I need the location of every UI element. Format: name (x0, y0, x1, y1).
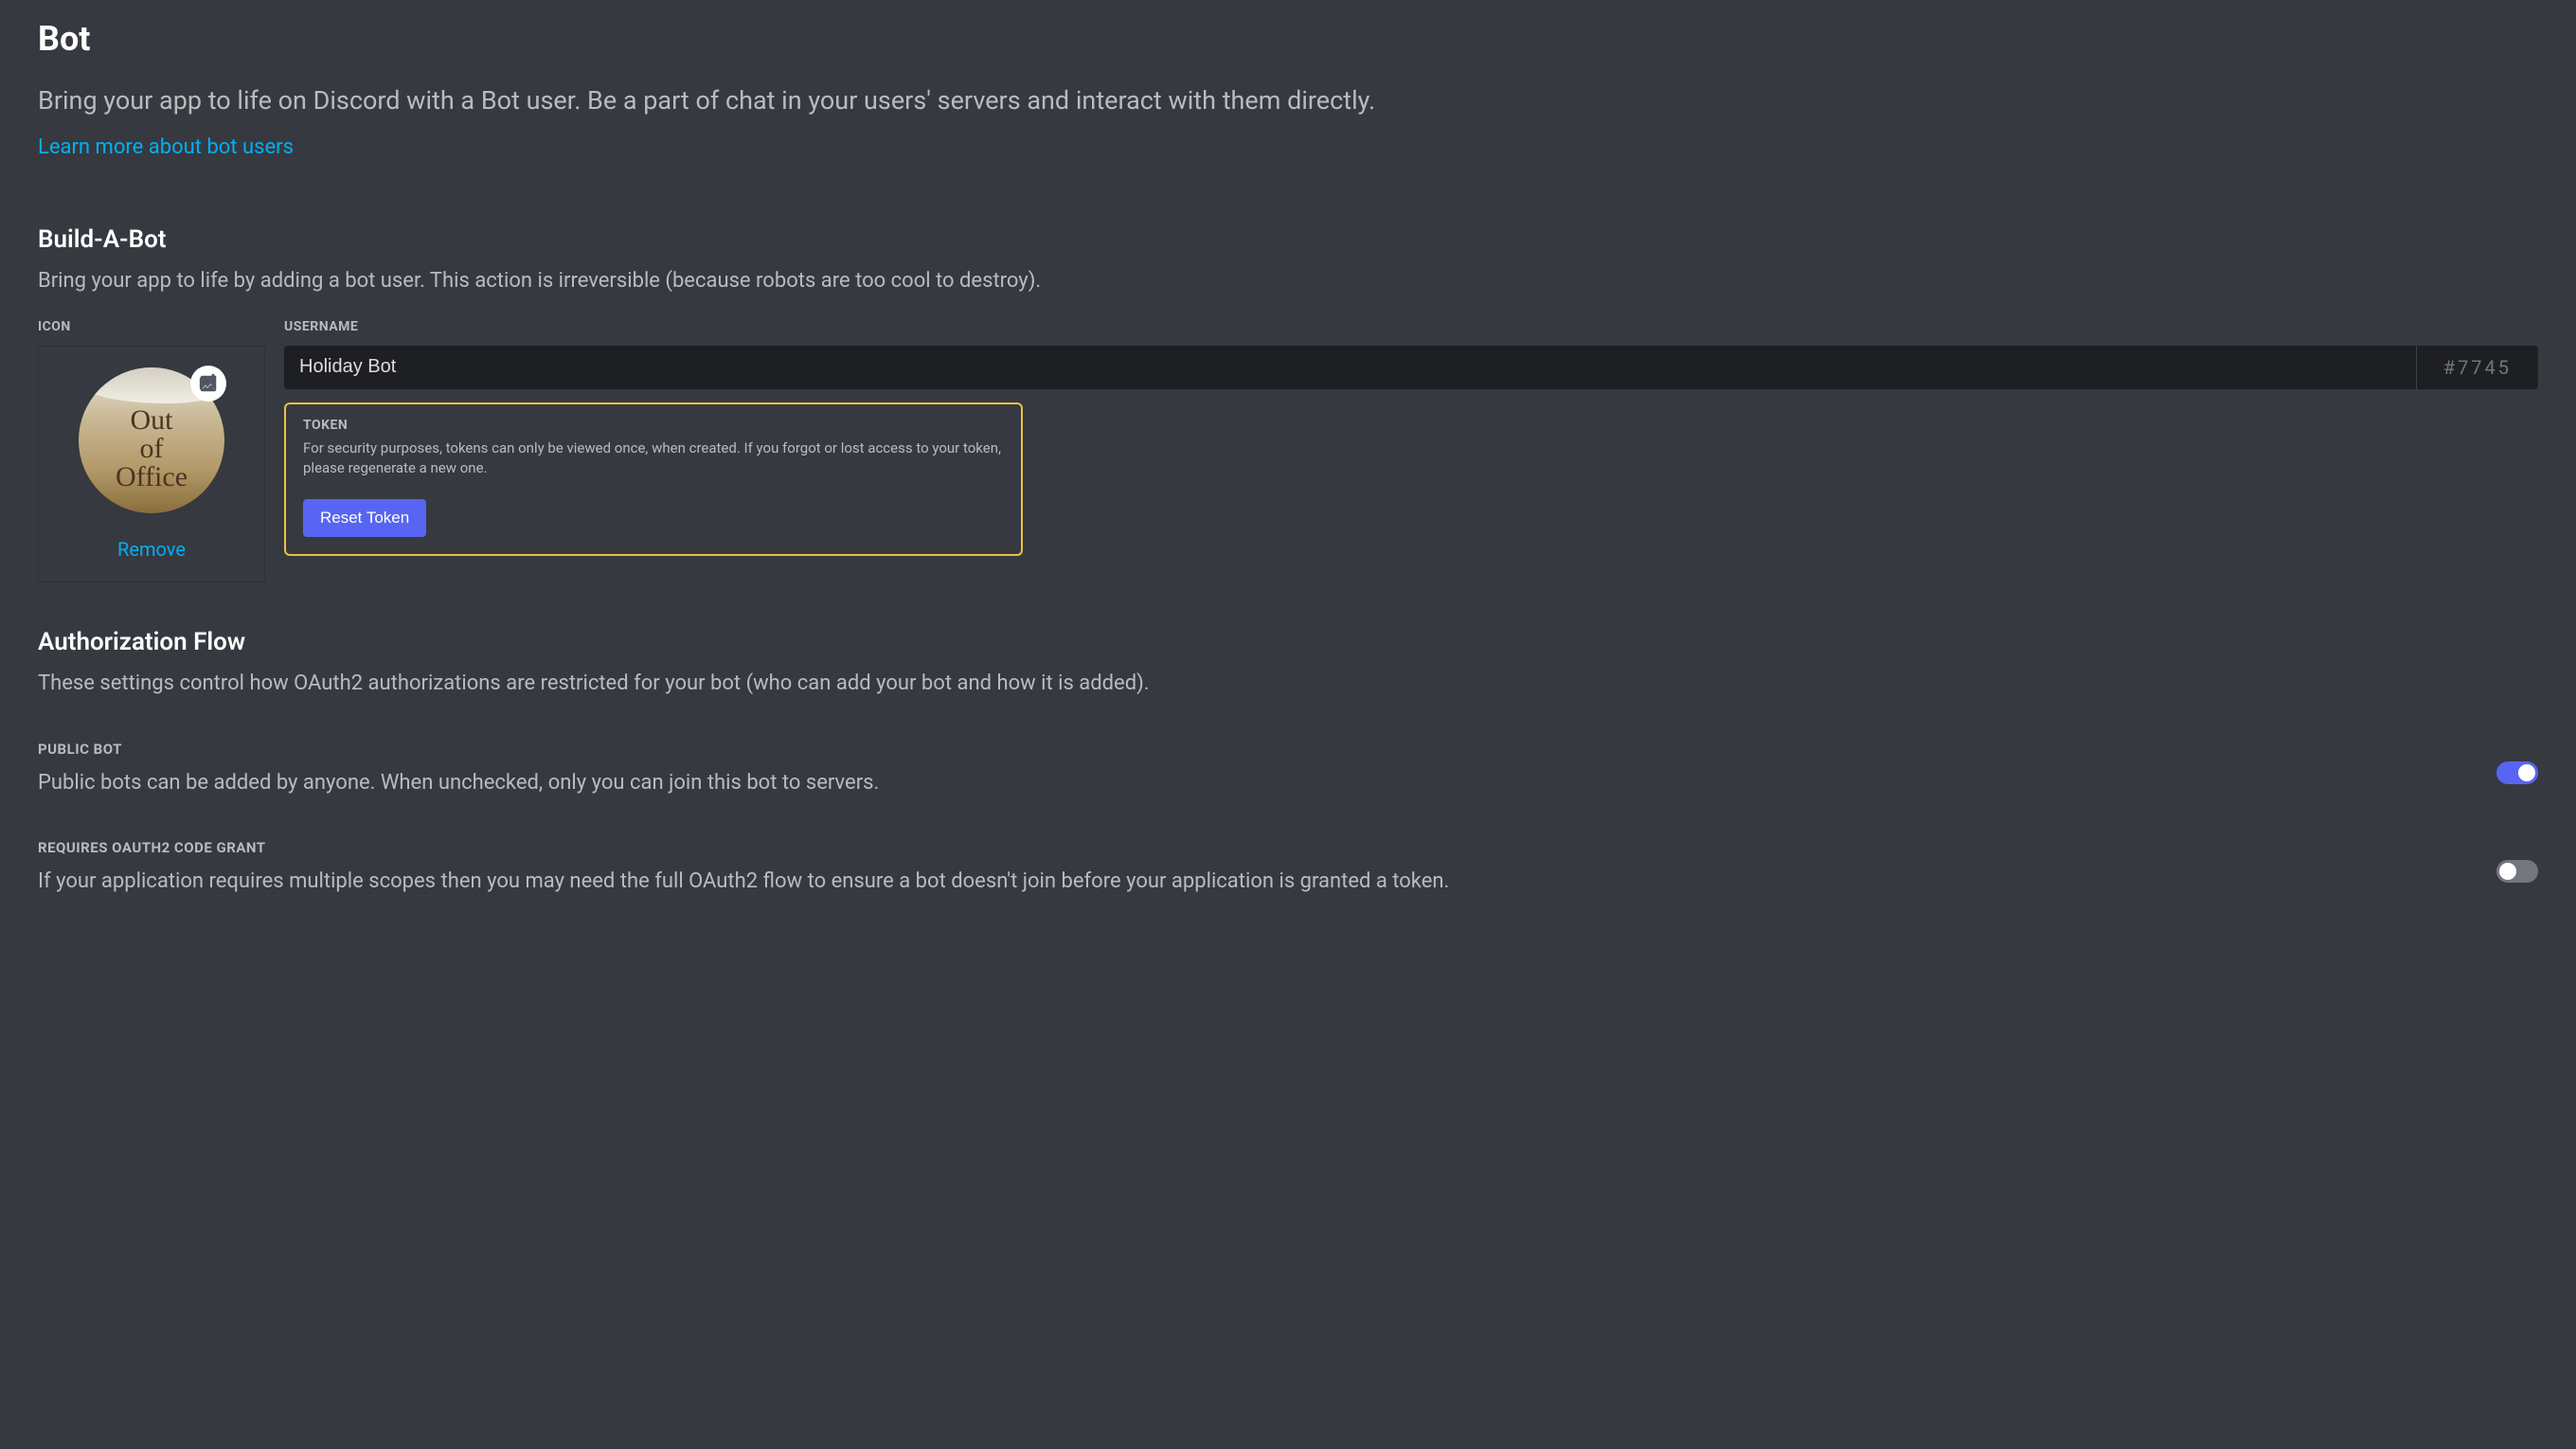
discriminator: #7745 (2416, 346, 2538, 389)
reset-token-button[interactable]: Reset Token (303, 499, 426, 537)
icon-label: ICON (38, 319, 265, 334)
oauth2-grant-label: REQUIRES OAUTH2 CODE GRANT (38, 839, 2496, 856)
icon-upload-box[interactable]: Out of Office Remove (38, 346, 265, 582)
token-box: TOKEN For security purposes, tokens can … (284, 402, 1023, 556)
avatar-text-line1: Out of (116, 406, 188, 463)
upload-image-icon[interactable] (190, 366, 226, 402)
learn-more-link[interactable]: Learn more about bot users (38, 135, 294, 159)
token-label: TOKEN (303, 418, 1004, 433)
build-a-bot-title: Build-A-Bot (38, 225, 2538, 254)
page-description: Bring your app to life on Discord with a… (38, 81, 2538, 120)
public-bot-label: PUBLIC BOT (38, 741, 2496, 758)
oauth2-grant-description: If your application requires multiple sc… (38, 868, 2496, 897)
avatar-text-line2: Office (116, 463, 188, 492)
auth-flow-description: These settings control how OAuth2 author… (38, 668, 2538, 699)
username-input[interactable] (284, 346, 2416, 389)
token-description: For security purposes, tokens can only b… (303, 438, 1004, 478)
auth-flow-title: Authorization Flow (38, 628, 2538, 656)
page-title: Bot (38, 19, 2538, 59)
oauth2-grant-toggle[interactable] (2496, 860, 2538, 883)
remove-icon-link[interactable]: Remove (117, 538, 186, 561)
build-a-bot-description: Bring your app to life by adding a bot u… (38, 265, 2538, 296)
public-bot-description: Public bots can be added by anyone. When… (38, 769, 2496, 798)
public-bot-toggle[interactable] (2496, 761, 2538, 784)
username-label: USERNAME (284, 319, 2538, 334)
